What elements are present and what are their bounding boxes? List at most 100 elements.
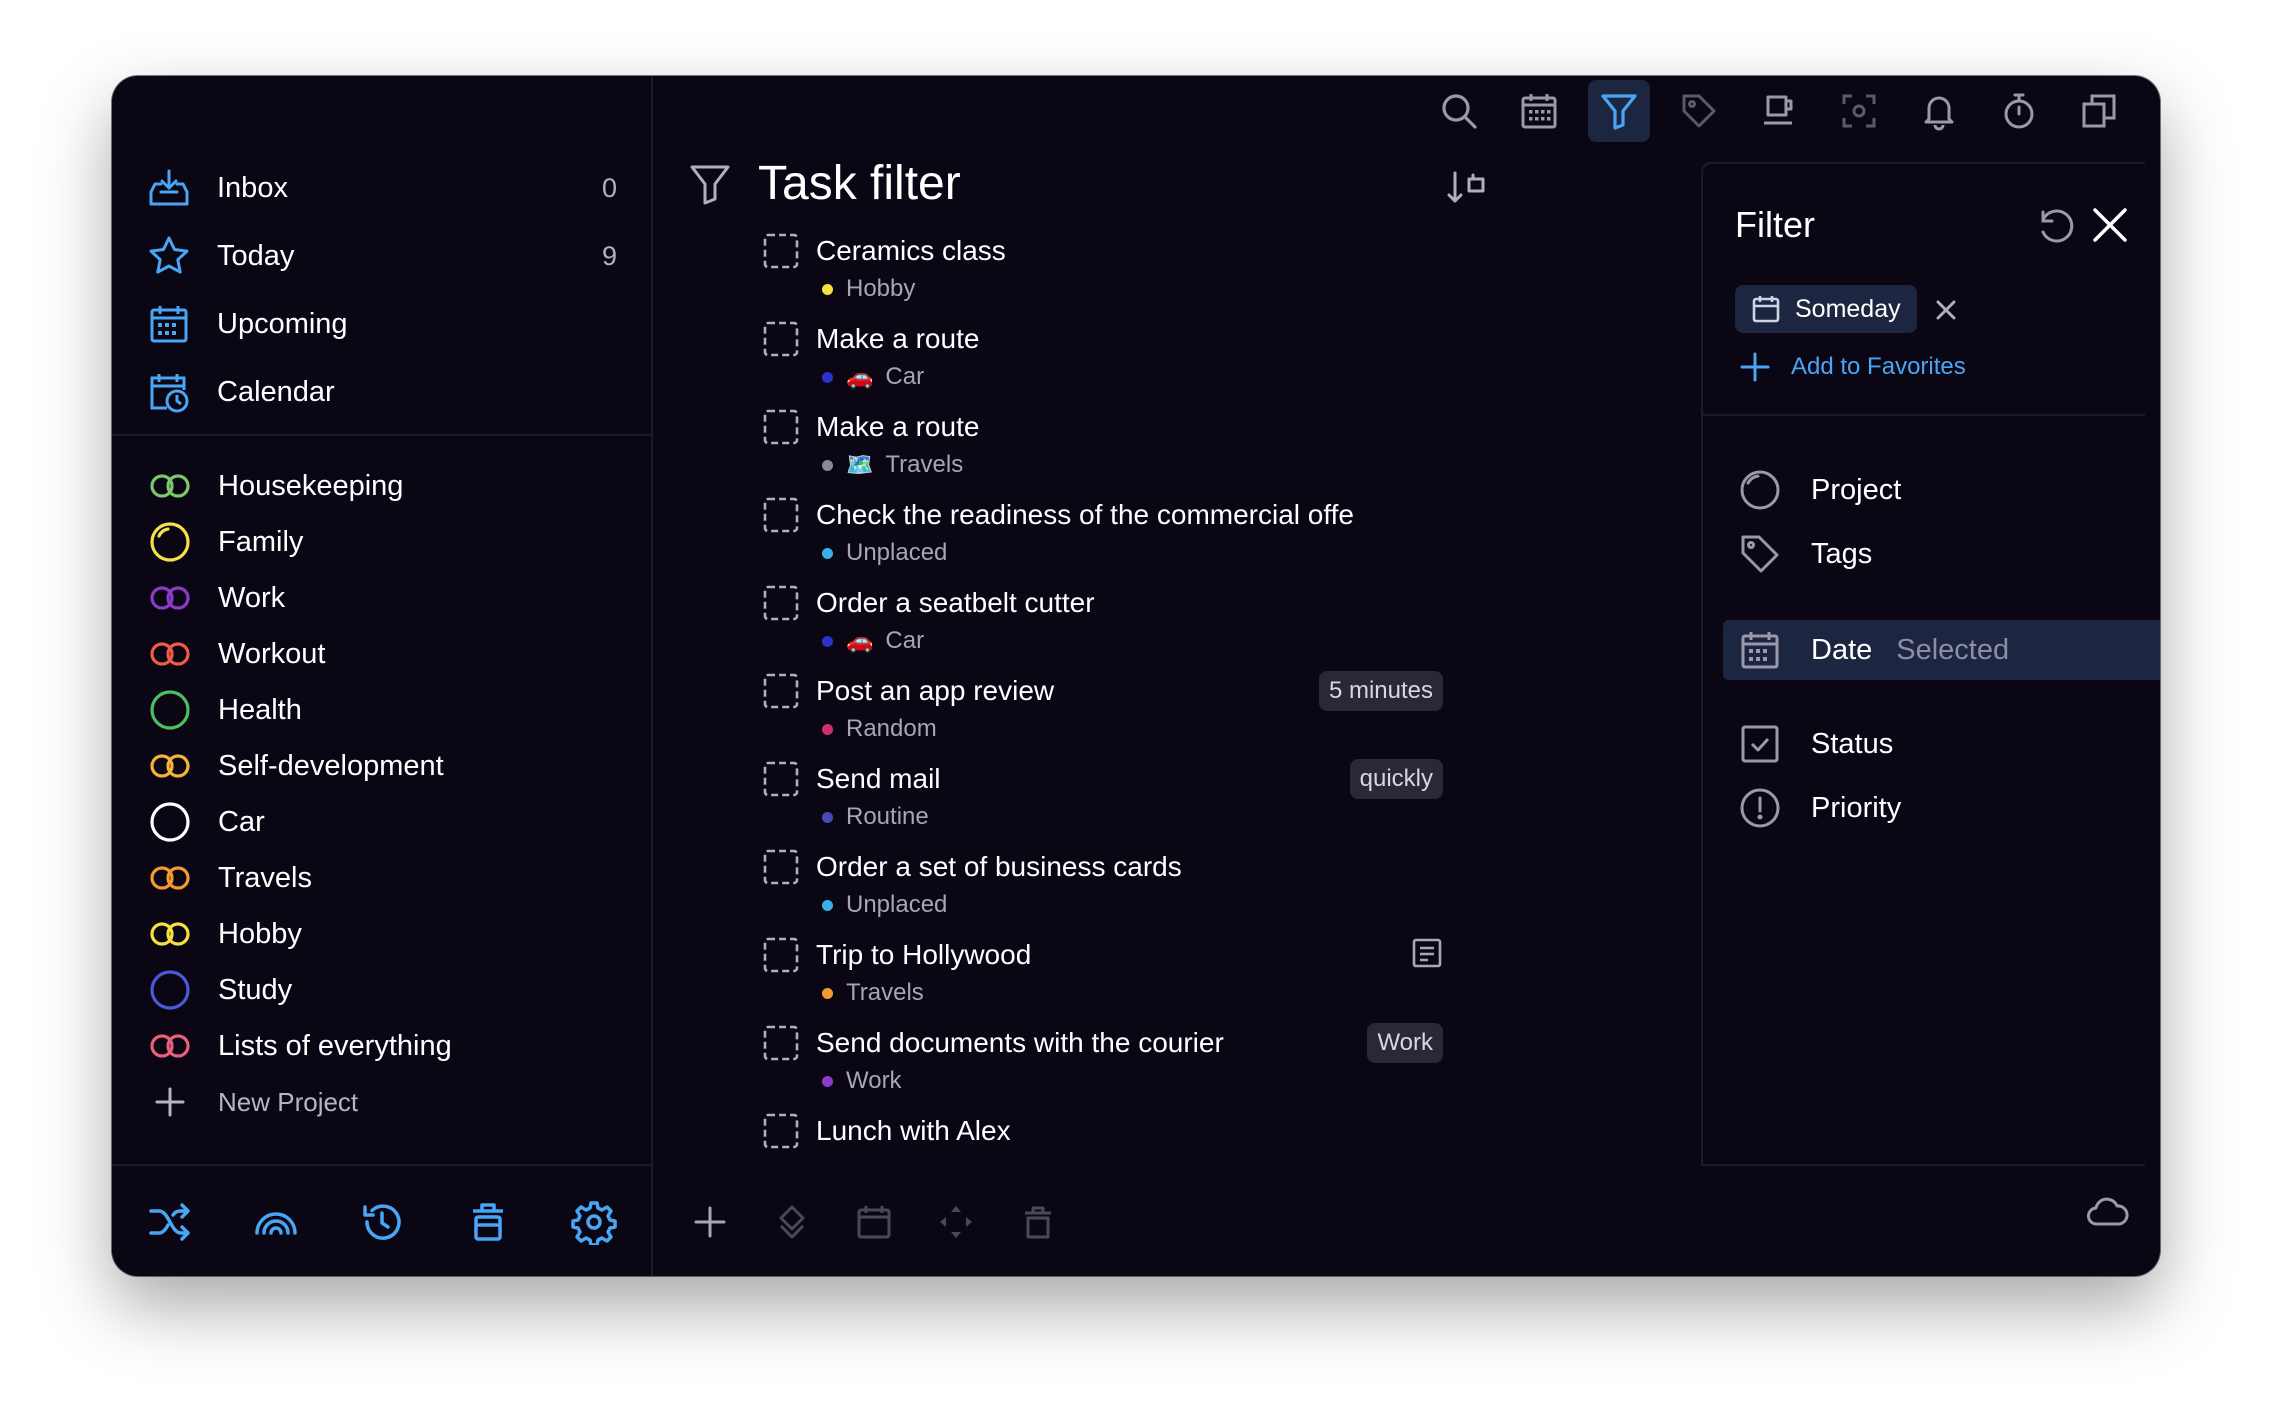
tags-button[interactable]: [1668, 80, 1730, 142]
sidebar-project-work[interactable]: Work: [112, 570, 651, 626]
filter-icon: [1601, 94, 1637, 130]
filter-row-label: Tags: [1811, 537, 1873, 570]
task-title: Check the readiness of the commercial of…: [816, 499, 1354, 530]
circle-icon: [148, 688, 192, 732]
sidebar-project-self-development[interactable]: Self-development: [112, 738, 651, 794]
add-to-favorites-button[interactable]: Add to Favorites: [1739, 342, 1966, 392]
page-header: Task filter: [688, 156, 961, 211]
filter-row-priority[interactable]: Priority: [1723, 778, 2160, 838]
sync-button[interactable]: [2086, 1196, 2130, 1233]
task-checkbox[interactable]: [763, 673, 799, 709]
sidebar-item-today[interactable]: Today 9: [112, 222, 651, 290]
task-project: 🚗 Car: [816, 363, 924, 391]
task-title: Ceramics class: [816, 235, 1006, 266]
filter-row-date[interactable]: Date Selected: [1723, 620, 2160, 680]
add-task-button[interactable]: [683, 1195, 737, 1249]
filter-row-tags[interactable]: Tags: [1723, 524, 2160, 584]
calendar-view-button[interactable]: [1508, 80, 1570, 142]
task-row[interactable]: Make a route 🚗 Car: [763, 319, 1443, 407]
task-project-label: Travels: [885, 451, 964, 478]
task-project: Unplaced: [816, 539, 947, 567]
task-checkbox[interactable]: [763, 849, 799, 885]
task-row[interactable]: Trip to Hollywood Travels: [763, 935, 1443, 1023]
task-row[interactable]: Order a seatbelt cutter 🚗 Car: [763, 583, 1443, 671]
project-dot: [822, 371, 833, 383]
history-icon: [363, 1204, 401, 1240]
task-row[interactable]: Send documents with the courier Work Work: [763, 1023, 1443, 1111]
filter-divider: [1703, 414, 2145, 416]
trash-icon: [1025, 1206, 1051, 1239]
sidebar-item-label: Calendar: [217, 375, 335, 408]
arrange-button[interactable]: [929, 1195, 983, 1249]
rainbow-button[interactable]: [248, 1194, 304, 1250]
project-label: Hobby: [218, 917, 302, 950]
task-title: Make a route: [816, 411, 980, 442]
item-count: 0: [601, 172, 617, 203]
move-button[interactable]: [765, 1195, 819, 1249]
task-row[interactable]: Check the readiness of the commercial of…: [763, 495, 1443, 583]
sidebar-project-lists-of-everything[interactable]: Lists of everything: [112, 1018, 651, 1074]
focus-button[interactable]: [1828, 80, 1890, 142]
schedule-button[interactable]: [847, 1195, 901, 1249]
task-checkbox[interactable]: [763, 585, 799, 621]
history-button[interactable]: [354, 1194, 410, 1250]
task-title: Order a seatbelt cutter: [816, 587, 1095, 618]
task-checkbox[interactable]: [763, 1113, 799, 1149]
sidebar-project-study[interactable]: Study: [112, 962, 651, 1018]
sidebar-item-inbox[interactable]: Inbox 0: [112, 154, 651, 222]
task-badge: quickly: [1349, 759, 1443, 799]
filter-chip-someday[interactable]: Someday: [1735, 285, 1917, 333]
cloud-icon: [2087, 1197, 2129, 1226]
filter-row-project[interactable]: Project: [1723, 460, 2160, 520]
shuffle-button[interactable]: [142, 1194, 198, 1250]
sidebar-item-upcoming[interactable]: Upcoming: [112, 290, 651, 358]
task-checkbox[interactable]: [763, 321, 799, 357]
sort-button[interactable]: [1438, 160, 1494, 216]
timer-button[interactable]: [1988, 80, 2050, 142]
checkbox-icon: [1741, 725, 1779, 763]
trash-button[interactable]: [460, 1194, 516, 1250]
sidebar-project-health[interactable]: Health: [112, 682, 651, 738]
item-count: 9: [601, 240, 617, 271]
reset-filter-button[interactable]: [2031, 200, 2081, 250]
delete-button[interactable]: [1011, 1195, 1065, 1249]
task-checkbox[interactable]: [763, 233, 799, 269]
close-filter-button[interactable]: [2085, 200, 2135, 250]
windows-button[interactable]: [2068, 80, 2130, 142]
task-row[interactable]: Post an app review Random 5 minutes: [763, 671, 1443, 759]
sidebar-project-travels[interactable]: Travels: [112, 850, 651, 906]
cup-icon: [1764, 95, 1793, 125]
task-row[interactable]: Send mail Routine quickly: [763, 759, 1443, 847]
tag-icon: [1741, 535, 1779, 573]
project-circle-icon: [1740, 470, 1780, 510]
sidebar-project-car[interactable]: Car: [112, 794, 651, 850]
search-button[interactable]: [1428, 80, 1490, 142]
filter-button[interactable]: [1588, 80, 1650, 142]
cup-button[interactable]: [1748, 80, 1810, 142]
new-project-button[interactable]: New Project: [112, 1074, 651, 1130]
task-row[interactable]: Order a set of business cards Unplaced: [763, 847, 1443, 935]
chip-label: Someday: [1795, 294, 1901, 323]
settings-button[interactable]: [566, 1194, 622, 1250]
sidebar-project-workout[interactable]: Workout: [112, 626, 651, 682]
task-checkbox[interactable]: [763, 497, 799, 533]
remove-chip-button[interactable]: [1928, 292, 1964, 328]
sidebar-project-family[interactable]: Family: [112, 514, 651, 570]
sidebar-item-calendar[interactable]: Calendar: [112, 358, 651, 426]
filter-row-status[interactable]: Status: [1723, 714, 2160, 774]
task-row[interactable]: Lunch with Alex: [763, 1111, 1443, 1156]
notifications-button[interactable]: [1908, 80, 1970, 142]
task-checkbox[interactable]: [763, 409, 799, 445]
tag-icon: [1682, 94, 1716, 128]
add-to-favorites-label: Add to Favorites: [1791, 353, 1966, 380]
task-checkbox[interactable]: [763, 1025, 799, 1061]
task-row[interactable]: Make a route 🗺️ Travels: [763, 407, 1443, 495]
close-icon: [2093, 208, 2127, 242]
task-checkbox[interactable]: [763, 937, 799, 973]
task-checkbox[interactable]: [763, 761, 799, 797]
sidebar-project-housekeeping[interactable]: Housekeeping: [112, 458, 651, 514]
task-row[interactable]: Ceramics class Hobby: [763, 231, 1443, 319]
sidebar-project-hobby[interactable]: Hobby: [112, 906, 651, 962]
sidebar-item-label: Today: [217, 239, 295, 272]
task-project-label: Car: [885, 627, 925, 654]
